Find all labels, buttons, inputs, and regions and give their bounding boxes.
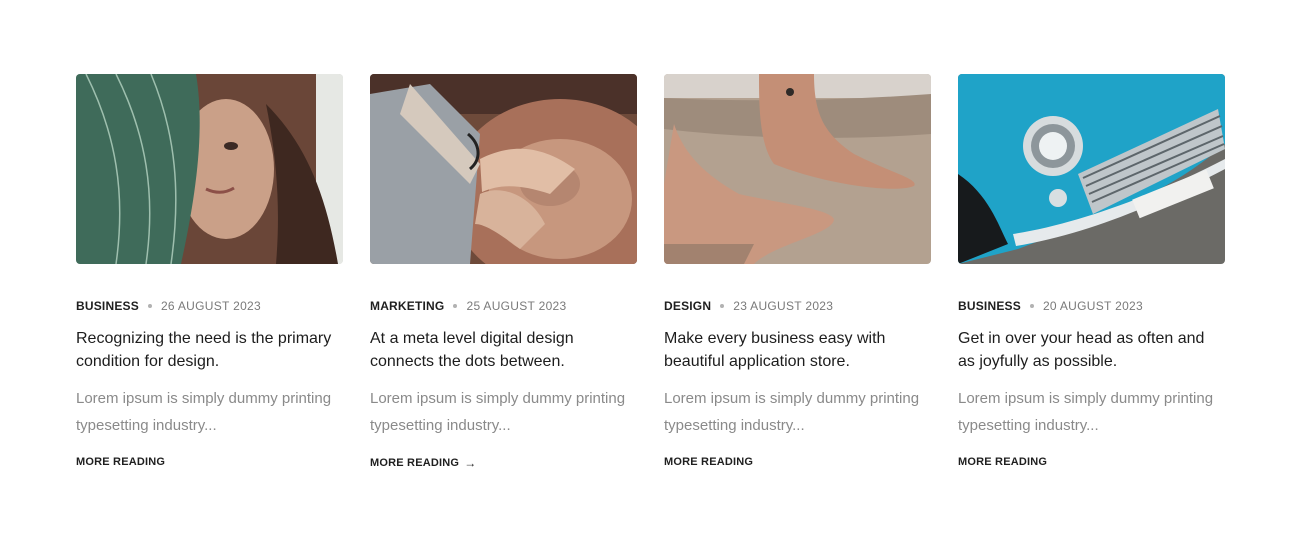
post-date: 25 AUGUST 2023 (466, 299, 567, 313)
post-excerpt: Lorem ipsum is simply dummy printing typ… (370, 390, 626, 434)
post-meta: BUSINESS 20 AUGUST 2023 (958, 298, 1225, 314)
post-excerpt: Lorem ipsum is simply dummy printing typ… (958, 390, 1214, 434)
blog-card: MARKETING 25 AUGUST 2023 At a meta level… (370, 74, 637, 470)
blog-card: BUSINESS 20 AUGUST 2023 Get in over your… (958, 74, 1225, 470)
post-category[interactable]: BUSINESS (76, 299, 139, 313)
more-reading-link[interactable]: MORE READING (664, 456, 931, 468)
post-date: 26 AUGUST 2023 (160, 299, 261, 313)
separator-dot (1029, 304, 1034, 308)
post-date: 23 AUGUST 2023 (733, 299, 834, 313)
more-reading-link[interactable]: MORE READING → (370, 456, 637, 470)
post-meta: MARKETING 25 AUGUST 2023 (370, 298, 637, 314)
post-category[interactable]: MARKETING (370, 299, 444, 313)
more-reading-link[interactable]: MORE READING (958, 456, 1225, 468)
post-title[interactable]: At a meta level digital design connects … (370, 327, 637, 373)
post-category[interactable]: BUSINESS (958, 299, 1021, 313)
post-image-blue-car[interactable] (958, 74, 1225, 264)
post-date: 20 AUGUST 2023 (1042, 299, 1143, 313)
post-excerpt: Lorem ipsum is simply dummy printing typ… (76, 390, 332, 434)
separator-dot (147, 304, 152, 308)
blog-card: BUSINESS 26 AUGUST 2023 Recognizing the … (76, 74, 343, 470)
separator-dot (453, 304, 458, 308)
arrow-right-icon: → (464, 456, 477, 470)
more-reading-label: MORE READING (370, 457, 460, 469)
post-title[interactable]: Recognizing the need is the primary cond… (76, 327, 343, 373)
post-image-woman-leaf[interactable] (76, 74, 343, 264)
more-reading-label: MORE READING (664, 456, 754, 468)
post-meta: BUSINESS 26 AUGUST 2023 (76, 298, 343, 314)
more-reading-link[interactable]: MORE READING (76, 456, 343, 468)
post-title[interactable]: Get in over your head as often and as jo… (958, 327, 1225, 373)
post-title[interactable]: Make every business easy with beautiful … (664, 327, 931, 373)
post-image-pottery[interactable] (370, 74, 637, 264)
post-meta: DESIGN 23 AUGUST 2023 (664, 298, 931, 314)
post-excerpt: Lorem ipsum is simply dummy printing typ… (664, 390, 920, 434)
blog-card: DESIGN 23 AUGUST 2023 Make every busines… (664, 74, 931, 470)
post-category[interactable]: DESIGN (664, 299, 711, 313)
post-image-feet-sand[interactable] (664, 74, 931, 264)
more-reading-label: MORE READING (76, 456, 166, 468)
more-reading-label: MORE READING (958, 456, 1048, 468)
blog-grid: BUSINESS 26 AUGUST 2023 Recognizing the … (76, 74, 1225, 470)
separator-dot (720, 304, 725, 308)
